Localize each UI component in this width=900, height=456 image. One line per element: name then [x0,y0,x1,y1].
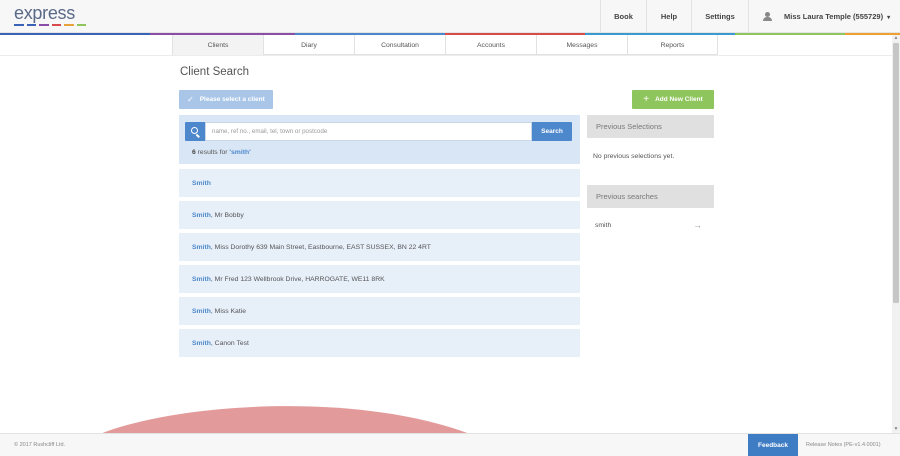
search-panel: Search 6 results for 'smith' [179,115,580,164]
add-new-client-button[interactable]: + Add New Client [632,90,714,109]
add-new-client-label: Add New Client [655,96,703,103]
result-row[interactable]: Smith [179,169,580,197]
search-icon [185,122,205,141]
previous-searches-header: Previous searches [587,185,714,208]
user-name: Miss Laura Temple (555729) [784,12,884,21]
select-client-button[interactable]: ✓ Please select a client [179,90,273,109]
page-scrollbar[interactable]: ▲ ▼ [892,35,900,433]
search-button[interactable]: Search [532,122,572,141]
result-row[interactable]: Smith, Miss Katie [179,297,580,325]
nav-book[interactable]: Book [600,0,646,33]
result-row[interactable]: Smith, Miss Dorothy 639 Main Street, Eas… [179,233,580,261]
results-text: results for [195,149,230,156]
result-detail: , Miss Katie [210,307,247,315]
logo-dash [64,24,74,26]
strip-segment [735,33,845,35]
result-surname: Smith [192,211,211,219]
logo-dash [76,24,86,26]
express-logo[interactable]: express [14,4,86,28]
scroll-down-icon[interactable]: ▼ [892,426,900,433]
result-row[interactable]: Smith, Mr Fred 123 Wellbrook Drive, HARR… [179,265,580,293]
previous-selections-header: Previous Selections [587,115,714,138]
result-detail: , Mr Bobby [210,211,244,219]
copyright-text: © 2017 Rushcliff Ltd. [14,442,66,448]
result-detail: , Canon Test [210,339,249,347]
user-icon [763,12,772,21]
result-surname: Smith [192,307,211,315]
result-surname: Smith [192,179,211,187]
chevron-down-icon: ▾ [887,15,891,21]
result-surname: Smith [192,339,211,347]
top-nav: Book Help Settings Miss Laura Temple (55… [600,0,900,33]
result-row[interactable]: Smith, Canon Test [179,329,580,357]
release-notes-link[interactable]: Release Notes (PE-v1.4.0001) [806,442,881,448]
feedback-button[interactable]: Feedback [748,434,798,456]
footer: © 2017 Rushcliff Ltd. Feedback Release N… [0,433,900,456]
scroll-thumb[interactable] [893,43,899,303]
result-detail: , Miss Dorothy 639 Main Street, Eastbour… [210,243,431,251]
tab-reports[interactable]: Reports [627,35,718,55]
search-input[interactable] [205,122,532,141]
select-client-label: Please select a client [199,96,265,103]
check-icon: ✓ [187,95,194,104]
top-header: express Book Help Settings Miss Laura Te… [0,0,900,33]
tabs-divider [0,55,900,56]
tab-messages[interactable]: Messages [536,35,627,55]
nav-settings[interactable]: Settings [691,0,748,33]
result-surname: Smith [192,275,211,283]
logo-dash [39,24,49,26]
nav-help[interactable]: Help [646,0,691,33]
previous-selections-empty: No previous selections yet. [593,153,675,160]
results-count: 6 results for 'smith' [192,149,251,156]
tab-accounts[interactable]: Accounts [445,35,536,55]
plus-icon: + [643,93,650,105]
results-term: 'smith' [229,149,251,156]
tab-diary[interactable]: Diary [263,35,354,55]
tab-consultation[interactable]: Consultation [354,35,445,55]
main-tabs: Clients Diary Consultation Accounts Mess… [172,35,718,55]
logo-text: express [14,3,75,23]
arrow-right-icon[interactable]: → [693,220,702,230]
page-title: Client Search [180,66,250,78]
logo-dash [26,24,36,26]
strip-segment [0,33,150,35]
scroll-up-icon[interactable]: ▲ [892,35,900,42]
logo-dash [51,24,61,26]
previous-search-item[interactable]: smith [595,222,611,229]
tab-clients[interactable]: Clients [172,35,263,55]
user-menu[interactable]: Miss Laura Temple (555729) ▾ [748,0,900,33]
result-detail: , Mr Fred 123 Wellbrook Drive, HARROGATE… [210,275,385,283]
logo-dash [14,24,24,26]
result-surname: Smith [192,243,211,251]
decorative-wave [100,406,470,438]
result-row[interactable]: Smith, Mr Bobby [179,201,580,229]
logo-color-dashes [14,24,86,26]
